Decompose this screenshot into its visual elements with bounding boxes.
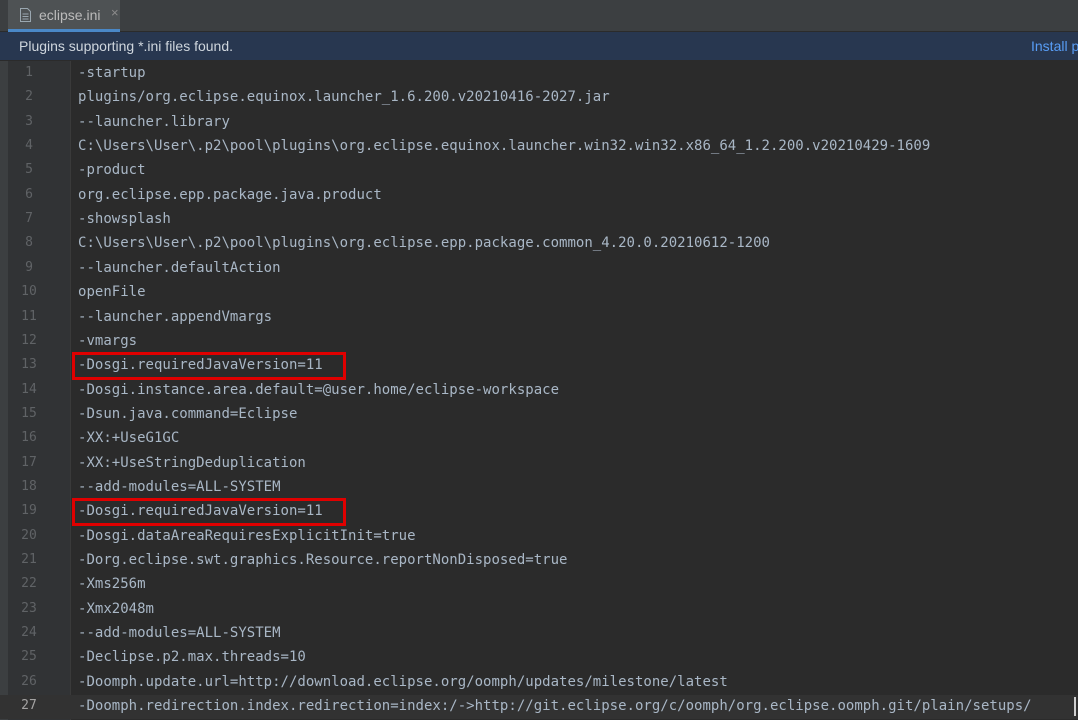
line-number: 10	[21, 284, 37, 300]
code-text[interactable]: --launcher.library	[78, 114, 230, 130]
code-line[interactable]: 20 -Dosgi.dataAreaRequiresExplicitInit=tr…	[0, 525, 1078, 549]
code-text[interactable]: -Dsun.java.command=Eclipse	[78, 406, 297, 422]
line-number: 4	[25, 138, 33, 154]
code-line[interactable]: 6 org.eclipse.epp.package.java.product	[0, 184, 1078, 208]
code-text[interactable]: -Dosgi.instance.area.default=@user.home/…	[78, 382, 559, 398]
code-text[interactable]: -XX:+UseG1GC	[78, 430, 179, 446]
line-number: 13	[21, 357, 37, 373]
line-number: 11	[21, 308, 37, 324]
code-line[interactable]: 18 --add-modules=ALL-SYSTEM	[0, 476, 1078, 500]
code-line[interactable]: 23 -Xmx2048m	[0, 598, 1078, 622]
code-text[interactable]: -Doomph.redirection.index.redirection=in…	[78, 698, 1032, 714]
line-number: 1	[25, 65, 33, 80]
line-number: 16	[21, 430, 37, 446]
code-text[interactable]: -Xms256m	[78, 576, 146, 592]
code-line[interactable]: 10 openFile	[0, 281, 1078, 305]
code-text[interactable]: -Xmx2048m	[78, 601, 154, 617]
code-text[interactable]: plugins/org.eclipse.equinox.launcher_1.6…	[78, 89, 610, 105]
code-line[interactable]: 22 -Xms256m	[0, 573, 1078, 597]
code-text[interactable]: -XX:+UseStringDeduplication	[78, 455, 306, 471]
line-number: 6	[25, 186, 33, 202]
code-text[interactable]: C:\Users\User\.p2\pool\plugins\org.eclip…	[78, 235, 770, 251]
code-text[interactable]: org.eclipse.epp.package.java.product	[78, 187, 382, 203]
code-line[interactable]: 4 C:\Users\User\.p2\pool\plugins\org.ecli…	[0, 135, 1078, 159]
code-line[interactable]: 8 C:\Users\User\.p2\pool\plugins\org.ecli…	[0, 232, 1078, 256]
code-line[interactable]: 25 -Declipse.p2.max.threads=10	[0, 646, 1078, 670]
line-number: 17	[21, 454, 37, 470]
code-line[interactable]: 11 --launcher.appendVmargs	[0, 306, 1078, 330]
line-number: 8	[25, 235, 33, 251]
code-line[interactable]: 12 -vmargs	[0, 330, 1078, 354]
line-number: 7	[25, 211, 33, 227]
line-number: 25	[21, 649, 37, 665]
code-line[interactable]: 26 -Doomph.update.url=http://download.ecl…	[0, 671, 1078, 695]
code-line[interactable]: 14 -Dosgi.instance.area.default=@user.hom…	[0, 379, 1078, 403]
code-line[interactable]: 17 -XX:+UseStringDeduplication	[0, 452, 1078, 476]
code-line[interactable]: 27 -Doomph.redirection.index.redirection=…	[0, 695, 1078, 720]
code-text[interactable]: -Dosgi.requiredJavaVersion=11	[78, 503, 323, 519]
install-plugins-link[interactable]: Install p	[1031, 38, 1078, 54]
line-number: 22	[21, 576, 37, 592]
code-text[interactable]: -Declipse.p2.max.threads=10	[78, 649, 306, 665]
code-text[interactable]: --add-modules=ALL-SYSTEM	[78, 625, 281, 641]
code-line[interactable]: 19 -Dosgi.requiredJavaVersion=11	[0, 498, 1078, 527]
code-text[interactable]: --launcher.defaultAction	[78, 260, 281, 276]
line-number: 12	[21, 332, 37, 348]
banner-message: Plugins supporting *.ini files found.	[19, 38, 234, 54]
text-caret	[1074, 697, 1076, 717]
code-text[interactable]: -vmargs	[78, 333, 137, 349]
editor-tab-bar: eclipse.ini ×	[0, 0, 1078, 32]
line-number: 27	[21, 698, 37, 714]
code-line[interactable]: 21 -Dorg.eclipse.swt.graphics.Resource.re…	[0, 549, 1078, 573]
line-number: 5	[25, 162, 33, 178]
line-number: 15	[21, 405, 37, 421]
code-line[interactable]: 2 plugins/org.eclipse.equinox.launcher_1.…	[0, 86, 1078, 110]
line-number: 3	[25, 113, 33, 129]
code-editor[interactable]: 1 -startup 2 plugins/org.eclipse.equinox.la…	[0, 61, 1078, 720]
close-icon[interactable]: ×	[111, 5, 119, 20]
code-text[interactable]: openFile	[78, 284, 146, 300]
code-line[interactable]: 16 -XX:+UseG1GC	[0, 427, 1078, 451]
line-number: 2	[25, 89, 33, 105]
file-icon	[20, 8, 31, 22]
code-text[interactable]: -Dosgi.dataAreaRequiresExplicitInit=true	[78, 528, 416, 544]
code-line[interactable]: 9 --launcher.defaultAction	[0, 257, 1078, 281]
tab-label: eclipse.ini	[39, 7, 101, 23]
code-text[interactable]: -showsplash	[78, 211, 171, 227]
code-line[interactable]: 1 -startup	[0, 62, 1078, 86]
line-number: 14	[21, 381, 37, 397]
code-line[interactable]: 7 -showsplash	[0, 208, 1078, 232]
code-text[interactable]: -Dorg.eclipse.swt.graphics.Resource.repo…	[78, 552, 567, 568]
line-number: 23	[21, 600, 37, 616]
code-line[interactable]: 13 -Dosgi.requiredJavaVersion=11	[0, 352, 1078, 381]
line-number: 20	[21, 527, 37, 543]
code-text[interactable]: -startup	[78, 65, 146, 81]
code-text[interactable]: -Dosgi.requiredJavaVersion=11	[78, 357, 323, 373]
code-text[interactable]: C:\Users\User\.p2\pool\plugins\org.eclip…	[78, 138, 930, 154]
line-number: 18	[21, 478, 37, 494]
line-number: 19	[21, 503, 37, 519]
code-line[interactable]: 5 -product	[0, 159, 1078, 183]
tab-eclipse-ini[interactable]: eclipse.ini ×	[8, 0, 120, 32]
line-number: 21	[21, 552, 37, 567]
line-number: 26	[21, 673, 37, 689]
code-text[interactable]: -product	[78, 162, 146, 178]
code-line[interactable]: 3 --launcher.library	[0, 111, 1078, 135]
code-text[interactable]: --launcher.appendVmargs	[78, 309, 272, 325]
plugin-notification-banner: Plugins supporting *.ini files found. In…	[0, 32, 1078, 60]
code-text[interactable]: --add-modules=ALL-SYSTEM	[78, 479, 281, 495]
code-line[interactable]: 24 --add-modules=ALL-SYSTEM	[0, 622, 1078, 646]
code-text[interactable]: -Doomph.update.url=http://download.eclip…	[78, 674, 728, 690]
line-number: 24	[21, 625, 37, 641]
line-number: 9	[25, 259, 33, 275]
ide-window: eclipse.ini × Plugins supporting *.ini f…	[0, 0, 1078, 720]
code-line[interactable]: 15 -Dsun.java.command=Eclipse	[0, 403, 1078, 427]
